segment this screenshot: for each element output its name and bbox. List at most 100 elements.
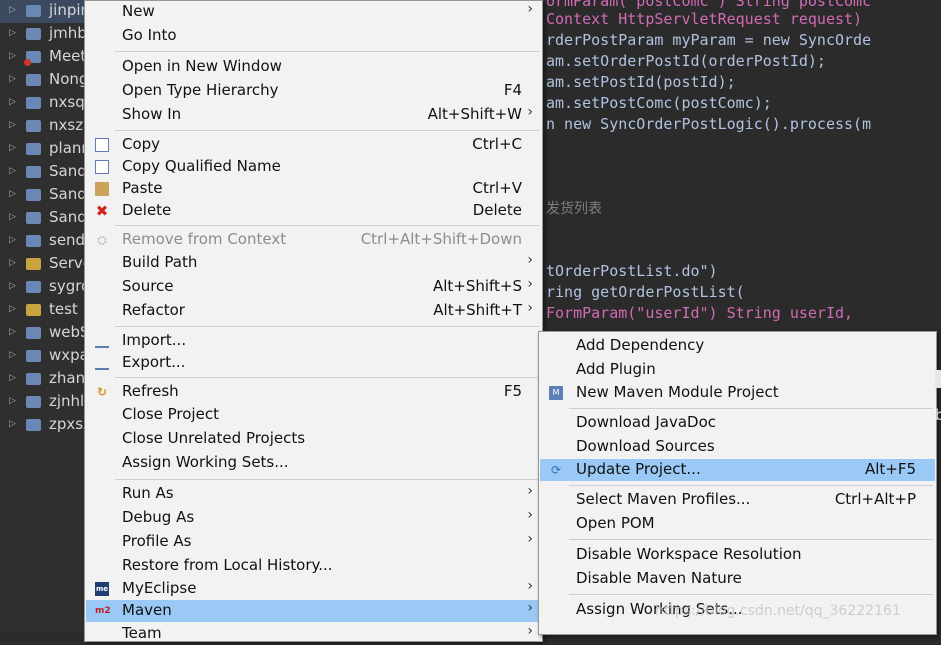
menu-item-label: Update Project...	[576, 460, 701, 478]
expand-arrow-icon[interactable]: ▷	[9, 97, 16, 107]
submenu-arrow-icon: ›	[527, 276, 533, 292]
expand-arrow-icon[interactable]: ▷	[9, 143, 16, 153]
menu-item-build-path[interactable]: Build Path ›	[86, 252, 541, 274]
expand-arrow-icon[interactable]: ▷	[9, 258, 16, 268]
menu-item-debug-as[interactable]: Debug As ›	[86, 507, 541, 529]
menu-item-copy-qualified-name[interactable]: Copy Qualified Name	[86, 156, 541, 178]
expand-arrow-icon[interactable]: ▷	[9, 74, 16, 84]
menu-item-label: Download JavaDoc	[576, 413, 716, 431]
tree-item[interactable]: ▷ Sand	[0, 207, 86, 230]
copy-icon	[95, 138, 109, 152]
menu-item-refresh[interactable]: ↻ Refresh F5	[86, 381, 541, 403]
menu-item-open-new-window[interactable]: Open in New Window	[86, 56, 541, 78]
menu-item-show-in[interactable]: Show In Alt+Shift+W ›	[86, 104, 541, 126]
tree-item-label: Sand	[49, 208, 86, 226]
tree-item-label: test	[49, 300, 78, 318]
myeclipse-icon: me	[95, 582, 109, 596]
folder-icon	[26, 258, 41, 270]
menu-item-download-javadoc[interactable]: Download JavaDoc	[540, 412, 935, 434]
menu-item-go-into[interactable]: Go Into	[86, 25, 541, 47]
expand-arrow-icon[interactable]: ▷	[9, 327, 16, 337]
tree-item[interactable]: ▷ Sand	[0, 184, 86, 207]
menu-item-run-as[interactable]: Run As ›	[86, 483, 541, 505]
tree-item[interactable]: ▷ sygro	[0, 276, 86, 299]
tree-item[interactable]: ▷ nxszy	[0, 115, 86, 138]
menu-item-label: Open Type Hierarchy	[122, 81, 279, 99]
tree-item-label: jinpin	[49, 1, 86, 19]
menu-item-new-maven-module[interactable]: M New Maven Module Project	[540, 382, 935, 404]
tree-item[interactable]: ▷ wxpa	[0, 345, 86, 368]
expand-arrow-icon[interactable]: ▷	[9, 166, 16, 176]
submenu-arrow-icon: ›	[527, 483, 533, 499]
expand-arrow-icon[interactable]: ▷	[9, 5, 16, 15]
menu-item-add-dependency[interactable]: Add Dependency	[540, 335, 935, 357]
menu-item-maven[interactable]: m2 Maven ›	[86, 600, 541, 622]
expand-arrow-icon[interactable]: ▷	[9, 212, 16, 222]
expand-arrow-icon[interactable]: ▷	[9, 281, 16, 291]
tree-item[interactable]: ▷ test	[0, 299, 86, 322]
shortcut-text: Alt+Shift+W	[427, 105, 522, 123]
menu-item-disable-workspace-resolution[interactable]: Disable Workspace Resolution	[540, 544, 935, 566]
tree-item[interactable]: ▷ plann	[0, 138, 86, 161]
maven-project-icon	[26, 350, 41, 362]
expand-arrow-icon[interactable]: ▷	[9, 28, 16, 38]
tree-item[interactable]: ▷ webS	[0, 322, 86, 345]
menu-item-refactor[interactable]: Refactor Alt+Shift+T ›	[86, 300, 541, 322]
expand-arrow-icon[interactable]: ▷	[9, 396, 16, 406]
tree-item[interactable]: ▷ send	[0, 230, 86, 253]
menu-item-update-project[interactable]: ⟳ Update Project... Alt+F5	[540, 459, 935, 481]
menu-item-team[interactable]: Team ›	[86, 623, 541, 645]
menu-item-close-project[interactable]: Close Project	[86, 404, 541, 426]
tree-item[interactable]: ▷ zjnhl	[0, 391, 86, 414]
tree-item-label: wxpa	[49, 346, 86, 364]
tree-item[interactable]: ▷ Nong	[0, 69, 86, 92]
menu-item-open-pom[interactable]: Open POM	[540, 513, 935, 535]
menu-item-label: Open in New Window	[122, 57, 282, 75]
menu-item-import[interactable]: Import...	[86, 330, 541, 352]
menu-item-open-type-hierarchy[interactable]: Open Type Hierarchy F4	[86, 80, 541, 102]
menu-item-disable-maven-nature[interactable]: Disable Maven Nature	[540, 568, 935, 590]
maven-project-icon	[26, 28, 41, 40]
copy-qualified-icon	[95, 160, 109, 174]
expand-arrow-icon[interactable]: ▷	[9, 419, 16, 429]
menu-item-copy[interactable]: Copy Ctrl+C	[86, 134, 541, 156]
menu-item-new[interactable]: New ›	[86, 1, 541, 23]
expand-arrow-icon[interactable]: ▷	[9, 51, 16, 61]
expand-arrow-icon[interactable]: ▷	[9, 235, 16, 245]
menu-item-paste[interactable]: Paste Ctrl+V	[86, 178, 541, 200]
code-line: ring getOrderPostList(	[546, 283, 745, 301]
expand-arrow-icon[interactable]: ▷	[9, 373, 16, 383]
menu-separator	[569, 594, 933, 595]
menu-item-close-unrelated-projects[interactable]: Close Unrelated Projects	[86, 428, 541, 450]
menu-item-profile-as[interactable]: Profile As ›	[86, 531, 541, 553]
tree-item[interactable]: ▷ zpxsz	[0, 414, 86, 437]
menu-item-add-plugin[interactable]: Add Plugin	[540, 359, 935, 381]
expand-arrow-icon[interactable]: ▷	[9, 120, 16, 130]
tree-item[interactable]: ▷ jmhb	[0, 23, 86, 46]
tree-item[interactable]: ▷ zhang	[0, 368, 86, 391]
tree-item[interactable]: ▷ Meet	[0, 46, 86, 69]
menu-item-myeclipse[interactable]: me MyEclipse ›	[86, 578, 541, 600]
tree-item[interactable]: ▷ jinpin	[0, 0, 86, 23]
code-line: am.setPostComc(postComc);	[546, 94, 772, 112]
menu-item-assign-working-sets[interactable]: Assign Working Sets...	[86, 452, 541, 474]
menu-item-label: Close Unrelated Projects	[122, 429, 306, 447]
expand-arrow-icon[interactable]: ▷	[9, 304, 16, 314]
menu-item-source[interactable]: Source Alt+Shift+S ›	[86, 276, 541, 298]
menu-item-restore-local-history[interactable]: Restore from Local History...	[86, 555, 541, 577]
maven-project-icon	[26, 97, 41, 109]
maven-project-icon	[26, 74, 41, 86]
menu-item-delete[interactable]: ✖ Delete Delete	[86, 200, 541, 222]
menu-item-label: Maven	[122, 601, 172, 619]
tree-item[interactable]: ▷ Sand	[0, 161, 86, 184]
submenu-arrow-icon: ›	[527, 600, 533, 616]
tree-item[interactable]: ▷ Serve	[0, 253, 86, 276]
menu-item-export[interactable]: Export...	[86, 352, 541, 374]
folder-icon	[26, 304, 41, 316]
import-icon	[95, 334, 109, 348]
expand-arrow-icon[interactable]: ▷	[9, 189, 16, 199]
tree-item[interactable]: ▷ nxsq	[0, 92, 86, 115]
expand-arrow-icon[interactable]: ▷	[9, 350, 16, 360]
menu-item-download-sources[interactable]: Download Sources	[540, 436, 935, 458]
menu-item-select-maven-profiles[interactable]: Select Maven Profiles... Ctrl+Alt+P	[540, 489, 935, 511]
